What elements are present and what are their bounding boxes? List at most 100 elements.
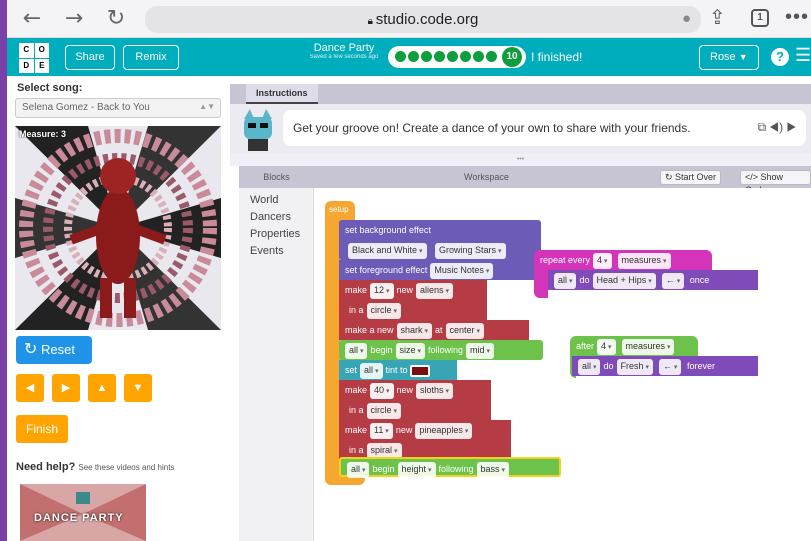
sloth-shape-dropdown[interactable]: circle [366, 403, 401, 419]
chevron-down-icon: ▼ [738, 52, 748, 62]
hamburger-menu-icon[interactable]: ☰ [795, 45, 811, 66]
select-arrow-icon: ▲▼ [199, 102, 215, 111]
sloth-type-dropdown[interactable]: sloths [416, 383, 453, 399]
bg-palette-dropdown[interactable]: Black and White [348, 243, 427, 259]
url-text: studio.code.org [375, 11, 479, 28]
tabs-icon[interactable]: 1 [751, 9, 769, 27]
fresh-move-dropdown[interactable]: Fresh [616, 359, 653, 375]
need-help-subtitle: See these videos and hints [78, 463, 175, 472]
make-pineapples-block[interactable]: make11newpineapples in aspiral [339, 420, 511, 460]
begin-size-block[interactable]: allbeginsizefollowingmid [339, 340, 543, 360]
down-arrow-button[interactable]: ▼ [124, 374, 152, 402]
progress-dot[interactable] [447, 51, 458, 62]
set-foreground-block[interactable]: set foreground effect Music Notes [339, 260, 535, 280]
reset-button[interactable]: ↻ Reset [16, 336, 92, 364]
repeat-count-field[interactable]: 4 [593, 253, 612, 269]
alien-type-dropdown[interactable]: aliens [416, 283, 453, 299]
after-count-field[interactable]: 4 [597, 339, 616, 355]
video-title: DANCE PARTY [34, 512, 124, 524]
right-arrow-button[interactable]: ▶ [52, 374, 80, 402]
forward-icon[interactable]: → [61, 6, 87, 32]
pineapple-type-dropdown[interactable]: pineapples [415, 423, 473, 439]
category-events[interactable]: Events [250, 245, 284, 257]
move-group-dropdown[interactable]: all [554, 273, 577, 289]
code-logo[interactable]: C O D E [19, 43, 49, 73]
alien-count-dropdown[interactable]: 12 [370, 283, 394, 299]
move-dropdown[interactable]: Head + Hips [592, 273, 656, 289]
help-icon[interactable]: ? [771, 48, 789, 66]
height-property-dropdown[interactable]: height [397, 462, 436, 478]
position-dropdown[interactable]: center [445, 323, 485, 339]
show-code-button[interactable]: </> Show Code [740, 170, 811, 195]
audio-controls[interactable]: ⧉ ◀) ▶ [758, 120, 796, 135]
song-select[interactable]: Selena Gomez - Back to You ▲▼ [15, 98, 221, 118]
progress-dot[interactable] [486, 51, 497, 62]
group-dropdown[interactable]: all [345, 343, 368, 359]
progress-bar: 10 [388, 46, 526, 68]
category-dancers[interactable]: Dancers [250, 211, 291, 223]
start-over-button[interactable]: ↻ Start Over [660, 170, 722, 185]
remix-button[interactable]: Remix [123, 45, 179, 70]
progress-dot[interactable] [395, 51, 406, 62]
more-icon[interactable]: ••• [785, 6, 809, 29]
back-icon[interactable]: ← [19, 6, 45, 32]
progress-dot[interactable] [434, 51, 445, 62]
dance-visualization [15, 126, 221, 330]
address-bar[interactable]: 🔒︎ studio.code.org ● [145, 6, 701, 33]
begin-height-block[interactable]: allbeginheightfollowingbass [339, 457, 561, 478]
fg-effect-dropdown[interactable]: Music Notes [430, 263, 494, 279]
reload-icon[interactable]: ↻ [103, 6, 129, 32]
save-status: Saved a few seconds ago [309, 54, 379, 60]
do-head-hips-block[interactable]: alldoHead + Hips← once [548, 270, 758, 290]
color-swatch[interactable] [410, 364, 431, 377]
progress-dot[interactable] [460, 51, 471, 62]
share-icon[interactable]: ⇪ [709, 5, 726, 30]
direction-dropdown[interactable]: ← [661, 273, 685, 289]
tint-group-dropdown[interactable]: all [360, 363, 383, 379]
height-group-dropdown[interactable]: all [347, 462, 370, 478]
instructions-panel: Get your groove on! Create a dance of yo… [230, 104, 811, 154]
finished-link[interactable]: I finished! [531, 50, 582, 64]
progress-dot[interactable] [421, 51, 432, 62]
share-button[interactable]: Share [65, 45, 115, 70]
property-dropdown[interactable]: size [395, 343, 425, 359]
repeat-unit-dropdown[interactable]: measures [617, 253, 671, 269]
bg-effect-dropdown[interactable]: Growing Stars [435, 243, 506, 259]
mascot-avatar [244, 109, 272, 151]
repeat-every-block[interactable]: repeat every4measures [534, 250, 712, 270]
workspace-header: Workspace ↻ Start Over </> Show Code [314, 166, 811, 195]
toolbox-title: Blocks [239, 166, 314, 188]
tab-instructions[interactable]: Instructions [246, 84, 318, 104]
finish-button[interactable]: Finish [16, 415, 68, 443]
shark-dropdown[interactable]: shark [396, 323, 433, 339]
make-aliens-block[interactable]: make12newaliens in acircle [339, 280, 487, 320]
progress-dot[interactable] [473, 51, 484, 62]
fresh-group-dropdown[interactable]: all [578, 359, 601, 375]
workspace-title: Workspace [464, 172, 509, 182]
up-arrow-button[interactable]: ▲ [88, 374, 116, 402]
do-fresh-block[interactable]: alldoFresh← forever [572, 356, 758, 376]
range-dropdown[interactable]: mid [466, 343, 495, 359]
left-arrow-button[interactable]: ◀ [16, 374, 44, 402]
user-menu-button[interactable]: Rose ▼ [699, 45, 759, 70]
category-world[interactable]: World [250, 194, 279, 206]
category-properties[interactable]: Properties [250, 228, 300, 240]
sloth-count-dropdown[interactable]: 40 [370, 383, 394, 399]
pineapple-count-dropdown[interactable]: 11 [370, 423, 393, 439]
help-video-thumbnail[interactable]: DANCE PARTY [20, 484, 146, 541]
progress-dot[interactable] [408, 51, 419, 62]
reset-icon: ↻ [24, 341, 38, 358]
lesson-title: Dance Party [313, 42, 375, 54]
resize-handle[interactable]: ••• [230, 154, 811, 166]
after-unit-dropdown[interactable]: measures [621, 339, 675, 355]
alien-shape-dropdown[interactable]: circle [366, 303, 401, 319]
set-background-block[interactable]: set background effect Black and White Gr… [339, 220, 541, 260]
bass-dropdown[interactable]: bass [476, 462, 510, 478]
make-sloths-block[interactable]: make40newsloths in acircle [339, 380, 491, 420]
set-tint-block[interactable]: setalltint to [339, 360, 457, 380]
fresh-direction-dropdown[interactable]: ← [658, 359, 682, 375]
after-measures-block[interactable]: after4measures [570, 336, 698, 356]
make-shark-block[interactable]: make a newsharkatcenter [339, 320, 529, 340]
current-level-badge[interactable]: 10 [502, 47, 522, 67]
microphone-icon[interactable]: ● [682, 10, 691, 27]
